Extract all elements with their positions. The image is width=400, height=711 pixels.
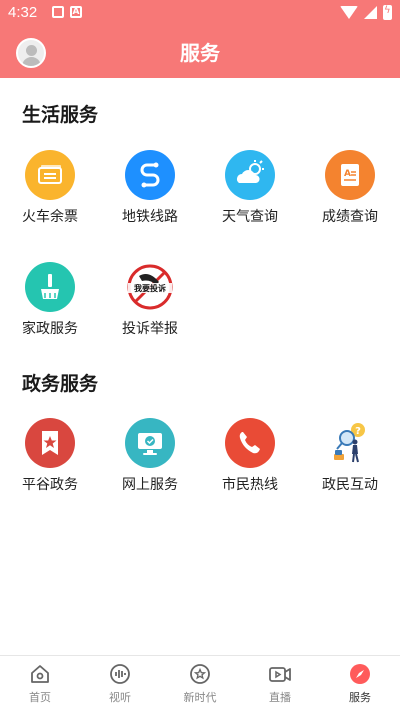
home-icon: [31, 665, 49, 683]
nav-audio-video[interactable]: 视听: [80, 656, 160, 711]
service-label: 投诉举报: [122, 321, 178, 337]
service-online[interactable]: 网上服务: [100, 418, 200, 494]
nav-label: 首页: [29, 691, 51, 704]
wifi-icon: [340, 6, 358, 19]
service-score-query[interactable]: A 成绩查询: [300, 150, 400, 226]
service-pinggu-gov[interactable]: 平谷政务: [0, 418, 100, 494]
status-time: 4:32: [8, 4, 38, 21]
nav-home[interactable]: 首页: [0, 656, 80, 711]
train-ticket-icon: [38, 165, 62, 184]
service-train-tickets[interactable]: 火车余票: [0, 150, 100, 226]
service-hotline[interactable]: 市民热线: [200, 418, 300, 494]
star-icon: [190, 664, 210, 684]
service-housekeeping[interactable]: 家政服务: [0, 262, 100, 338]
complaint-report-icon: 我要投诉: [127, 264, 173, 310]
compass-icon: [350, 664, 370, 684]
service-weather[interactable]: 天气查询: [200, 150, 300, 226]
status-bar: 4:32 A: [0, 0, 400, 26]
svg-text:?: ?: [355, 426, 361, 437]
weather-icon: [237, 160, 264, 183]
bottom-navigation: 首页 视听 新时代 直播 服务: [0, 655, 400, 711]
service-complaint[interactable]: 我要投诉 投诉举报: [100, 262, 200, 338]
score-icon: A: [341, 164, 359, 186]
service-label: 家政服务: [22, 321, 78, 337]
hotline-phone-icon: [239, 432, 260, 454]
service-metro-routes[interactable]: 地铁线路: [100, 150, 200, 226]
system-indicators: [340, 5, 392, 20]
top-bar: 4:32 A 服务: [0, 0, 400, 78]
font-notification-icon: A: [70, 6, 82, 18]
image-notification-icon: [52, 6, 64, 18]
service-label: 政民互动: [322, 477, 378, 493]
signal-icon: [364, 6, 377, 19]
nav-label: 视听: [109, 691, 131, 704]
nav-new-era[interactable]: 新时代: [160, 656, 240, 711]
online-service-icon: [138, 433, 162, 455]
page-title: 服务: [180, 41, 220, 65]
service-label: 成绩查询: [322, 209, 378, 225]
service-label: 网上服务: [122, 477, 178, 493]
svg-text:A: A: [344, 169, 351, 179]
nav-service[interactable]: 服务: [320, 656, 400, 711]
service-label: 平谷政务: [22, 477, 78, 493]
service-label: 天气查询: [222, 209, 278, 225]
housekeeping-icon: [41, 274, 59, 299]
battery-charging-icon: [383, 5, 392, 20]
section-title-gov: 政务服务: [22, 373, 99, 395]
live-video-icon: [269, 667, 291, 682]
nav-live[interactable]: 直播: [240, 656, 320, 711]
nav-label: 直播: [269, 691, 291, 704]
service-label: 市民热线: [222, 477, 278, 493]
nav-label: 新时代: [183, 691, 217, 704]
service-label: 火车余票: [22, 209, 78, 225]
service-gov-citizen-interaction[interactable]: ? 政民互动: [300, 418, 400, 494]
section-title-life: 生活服务: [22, 104, 99, 126]
pinggu-gov-icon: [42, 431, 58, 455]
complaint-badge-text: 我要投诉: [134, 283, 166, 293]
audio-video-icon: [110, 664, 130, 684]
nav-label: 服务: [349, 691, 371, 704]
metro-route-icon: [140, 162, 160, 188]
service-label: 地铁线路: [122, 209, 178, 225]
gov-citizen-interaction-icon: ?: [334, 423, 365, 463]
notification-icons: A: [52, 6, 82, 18]
